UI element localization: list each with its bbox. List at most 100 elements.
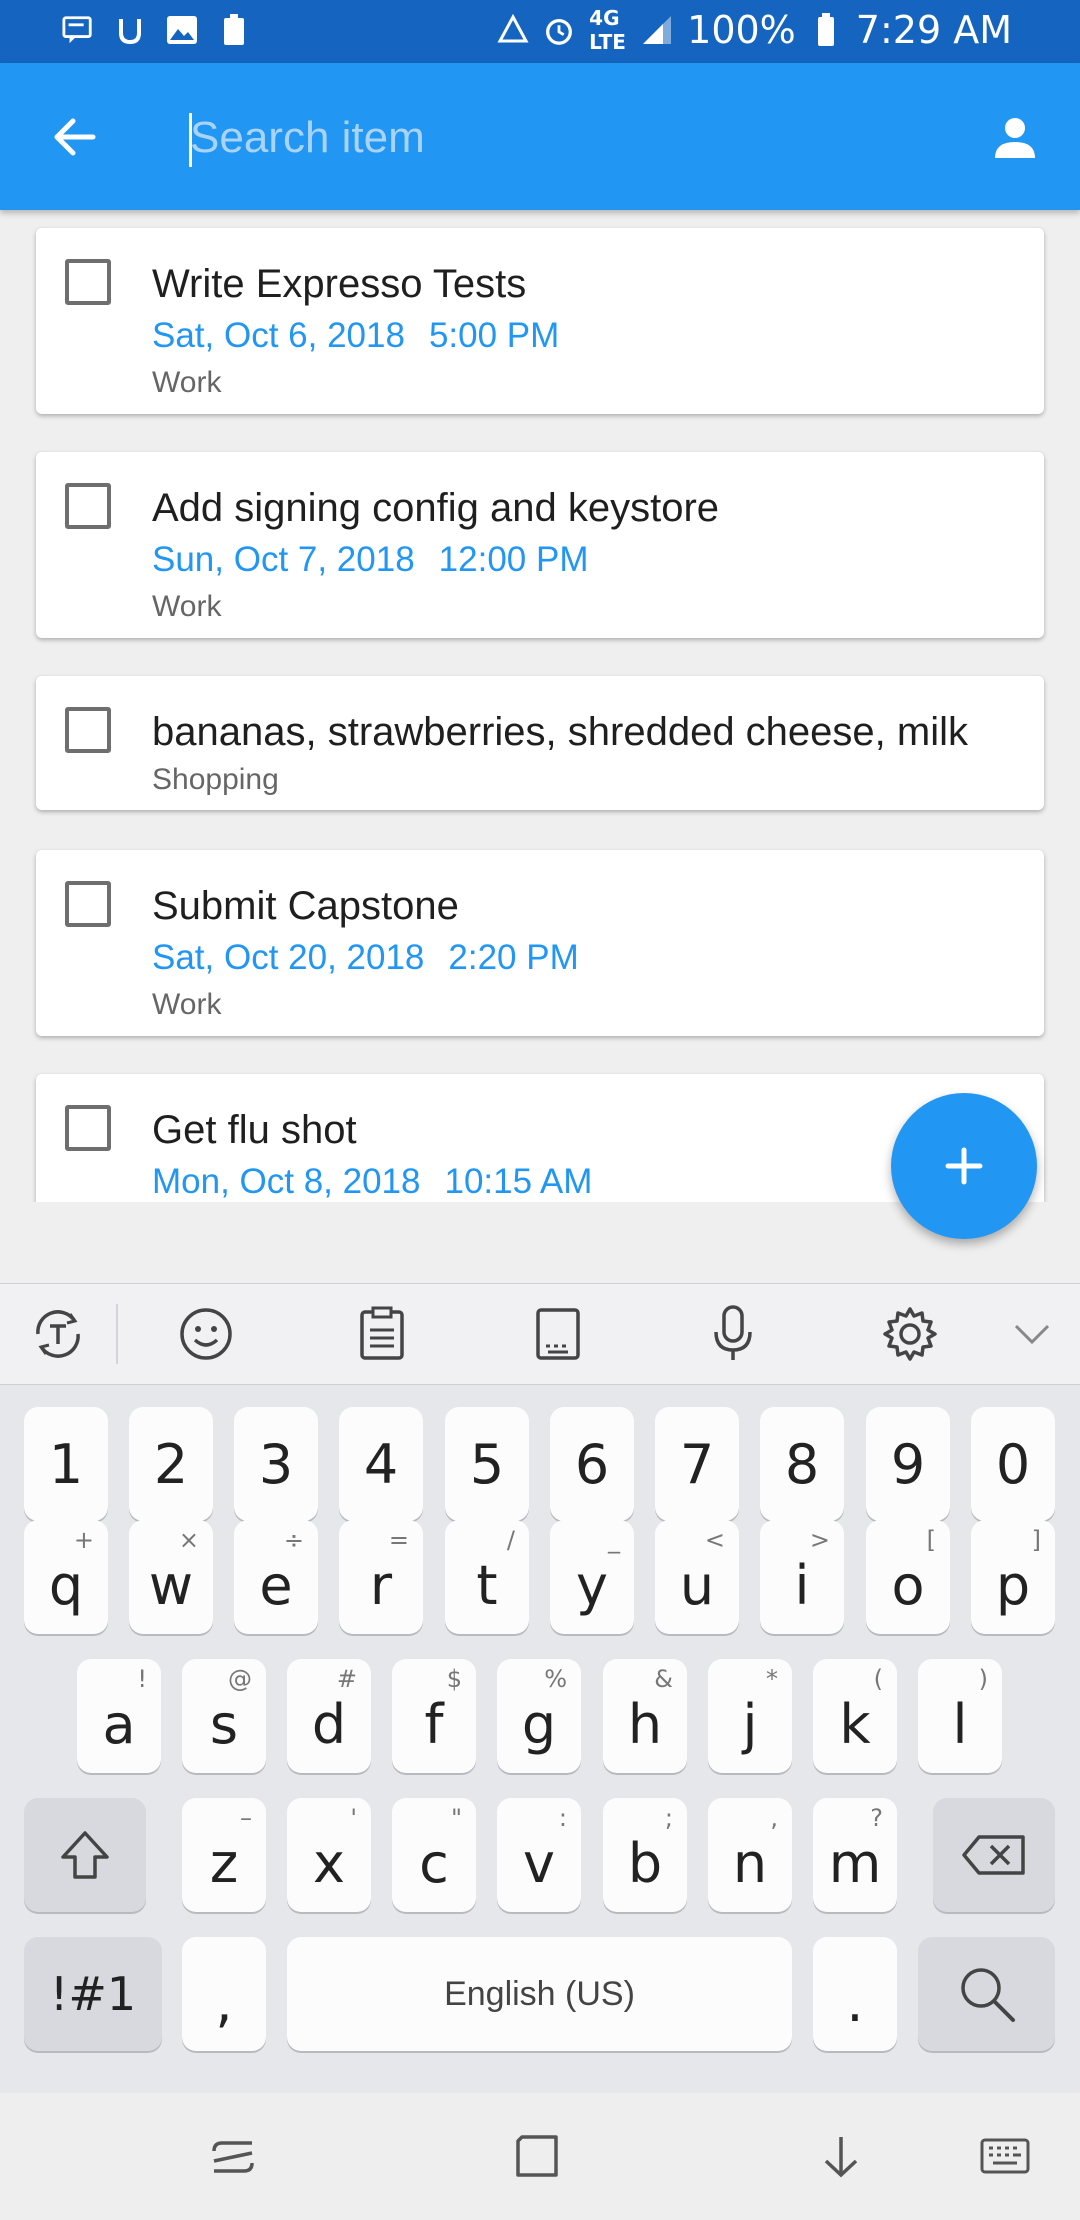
key-u[interactable]: < u [655, 1520, 739, 1634]
backspace-key[interactable] [933, 1798, 1055, 1912]
key-c[interactable]: " c [392, 1798, 476, 1912]
data-sync-icon [497, 14, 529, 46]
task-due: Sun, Oct 7, 2018 12:00 PM [152, 540, 588, 580]
arrow-left-icon [54, 118, 96, 156]
task-due: Sat, Oct 20, 2018 2:20 PM [152, 938, 579, 978]
key-n[interactable]: ,n [708, 1798, 792, 1912]
space-key[interactable]: English (US) [287, 1937, 792, 2051]
image-icon [166, 14, 198, 46]
keyboard-icon [980, 2138, 1030, 2174]
key-k[interactable]: (k [813, 1659, 897, 1773]
clipboard-button[interactable] [350, 1302, 414, 1366]
profile-button[interactable] [980, 103, 1050, 173]
task-date: Sat, Oct 20, 2018 [152, 938, 425, 977]
task-title: Write Expresso Tests [152, 262, 527, 306]
task-due: Sat, Oct 6, 2018 5:00 PM [152, 316, 559, 356]
plus-icon [945, 1147, 983, 1185]
recents-button[interactable] [198, 2121, 268, 2191]
emoji-icon [180, 1308, 232, 1360]
voice-input-button[interactable] [701, 1302, 765, 1366]
task-card[interactable]: bananas, strawberries, shredded cheese, … [36, 676, 1044, 810]
search-input[interactable] [190, 103, 950, 173]
search-icon [960, 1968, 1015, 2022]
key-m[interactable]: ? m [813, 1798, 897, 1912]
key-8[interactable]: 8 [760, 1407, 844, 1521]
keyboard-toolbar [0, 1283, 1080, 1385]
task-checkbox[interactable] [65, 1105, 111, 1151]
task-due: Mon, Oct 8, 2018 10:15 AM [152, 1162, 592, 1202]
lte-icon: 4G LTE [589, 6, 626, 54]
task-card[interactable]: Write Expresso Tests Sat, Oct 6, 2018 5:0… [36, 228, 1044, 414]
key-s[interactable]: @ s [182, 1659, 266, 1773]
back-icon [824, 2137, 858, 2178]
key-w[interactable]: × w [129, 1520, 213, 1634]
task-time: 2:20 PM [448, 938, 579, 977]
settings-icon [883, 1307, 937, 1361]
key-d[interactable]: # d [287, 1659, 371, 1773]
task-title: Get flu shot [152, 1108, 357, 1152]
task-checkbox[interactable] [65, 483, 111, 529]
keyboard-size-button[interactable] [526, 1302, 590, 1366]
key-e[interactable]: ÷ e [234, 1520, 318, 1634]
u-app-icon [114, 14, 146, 46]
hide-keyboard-button[interactable] [1000, 1302, 1064, 1366]
search-key[interactable] [918, 1937, 1055, 2051]
key-y[interactable]: _ y [550, 1520, 634, 1634]
back-button[interactable] [40, 103, 108, 171]
key-i[interactable]: > i [760, 1520, 844, 1634]
key-o[interactable]: [o [866, 1520, 950, 1634]
key-g[interactable]: % g [497, 1659, 581, 1773]
key-9[interactable]: 9 [866, 1407, 950, 1521]
key-a[interactable]: ! a [77, 1659, 161, 1773]
text-mode-button[interactable] [26, 1302, 90, 1366]
key-v[interactable]: :v [497, 1798, 581, 1912]
status-bar: 4G LTE 100% 7:29 AM [0, 0, 1080, 63]
key-0[interactable]: 0 [971, 1407, 1055, 1521]
key-t[interactable]: / t [445, 1520, 529, 1634]
key-6[interactable]: 6 [550, 1407, 634, 1521]
task-checkbox[interactable] [65, 707, 111, 753]
shift-key[interactable] [24, 1798, 146, 1912]
add-task-button[interactable] [891, 1093, 1037, 1239]
task-category: Work [152, 366, 222, 399]
text-cursor [189, 113, 192, 167]
task-date: Sat, Oct 6, 2018 [152, 316, 405, 355]
key-2[interactable]: 2 [129, 1407, 213, 1521]
task-title: Submit Capstone [152, 884, 459, 928]
key-p[interactable]: ] p [971, 1520, 1055, 1634]
keyboard-settings-button[interactable] [878, 1302, 942, 1366]
key-l[interactable]: ) l [918, 1659, 1002, 1773]
key-1[interactable]: 1 [24, 1407, 108, 1521]
key-h[interactable]: & h [603, 1659, 687, 1773]
key-f[interactable]: $ f [392, 1659, 476, 1773]
backspace-icon [962, 1835, 1025, 1875]
key-4[interactable]: 4 [339, 1407, 423, 1521]
key-z[interactable]: – z [182, 1798, 266, 1912]
key-r[interactable]: = r [339, 1520, 423, 1634]
task-checkbox[interactable] [65, 881, 111, 927]
task-card[interactable]: Add signing config and keystore Sun, Oct… [36, 452, 1044, 638]
task-title: Add signing config and keystore [152, 486, 720, 530]
key-7[interactable]: 7 [655, 1407, 739, 1521]
app-bar [0, 63, 1080, 210]
alarm-icon [543, 14, 575, 46]
key-q[interactable]: + q [24, 1520, 108, 1634]
back-nav-button[interactable] [806, 2121, 876, 2191]
navigation-bar [0, 2093, 1080, 2220]
task-list[interactable]: Write Expresso Tests Sat, Oct 6, 2018 5:0… [0, 210, 1080, 1202]
key-j[interactable]: * j [708, 1659, 792, 1773]
comma-key[interactable]: , [182, 1937, 266, 2051]
key-5[interactable]: 5 [445, 1407, 529, 1521]
key-3[interactable]: 3 [234, 1407, 318, 1521]
home-button[interactable] [502, 2121, 572, 2191]
symbols-key[interactable]: !#1 [24, 1937, 162, 2051]
task-date: Mon, Oct 8, 2018 [152, 1162, 421, 1201]
emoji-button[interactable] [174, 1302, 238, 1366]
clock: 7:29 AM [855, 8, 1012, 52]
task-card[interactable]: Submit Capstone Sat, Oct 20, 2018 2:20 PM… [36, 850, 1044, 1036]
period-key[interactable]: . [813, 1937, 897, 2051]
task-checkbox[interactable] [65, 259, 111, 305]
keyboard-switch-button[interactable] [970, 2121, 1040, 2191]
key-b[interactable]: ; b [603, 1798, 687, 1912]
key-x[interactable]: ' x [287, 1798, 371, 1912]
